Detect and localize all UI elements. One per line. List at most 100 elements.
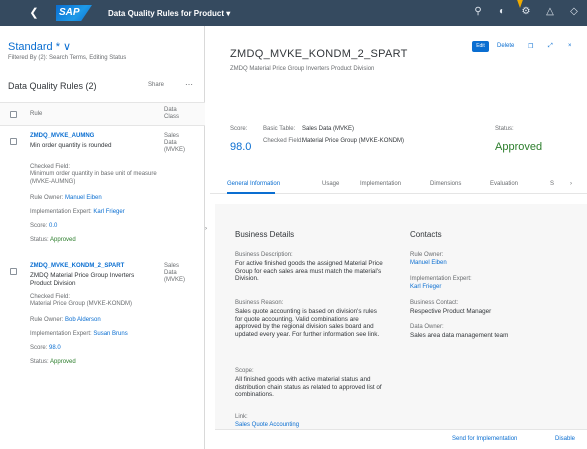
object-page: ZMDQ_MVKE_KONDM_2_SPART ZMDQ Material Pr…: [205, 26, 587, 449]
active-tab-indicator: [227, 192, 275, 194]
column-data-class[interactable]: Data Class: [164, 107, 186, 121]
rule-owner-label: Rule Owner:: [410, 252, 444, 258]
checked-field-label: Checked Field:: [263, 138, 304, 144]
notifications-icon[interactable]: △: [543, 5, 557, 19]
variant-label: Standard *: [8, 41, 60, 53]
delete-button[interactable]: Delete: [497, 43, 514, 49]
score-label: Score:: [30, 223, 48, 229]
shell-actions: ⚲ ◐ ⚙ △ ◇: [471, 5, 581, 19]
row-checkbox[interactable]: [10, 138, 17, 145]
sales-quote-accounting-link[interactable]: Sales Quote Accounting: [235, 422, 299, 428]
tab-general-information[interactable]: General Information: [227, 181, 280, 187]
list-column-header: Rule Data Class: [0, 102, 205, 126]
status-label: Status:: [30, 359, 49, 365]
score-kpi-label: Score:: [230, 126, 248, 132]
status-kpi-value: Approved: [495, 141, 543, 153]
tab-implementation[interactable]: Implementation: [360, 181, 401, 187]
business-contact-value: Respective Product Manager: [410, 308, 492, 315]
basic-table-value: Sales Data (MVKE): [302, 126, 355, 132]
tab-usage[interactable]: Usage: [322, 181, 339, 187]
rule-owner-row: Rule Owner: Manuel Eiben: [30, 195, 165, 203]
impl-expert-row: Implementation Expert: Susan Bruns: [30, 331, 165, 339]
status-row: Status: Approved: [30, 237, 165, 245]
link-label: Link:: [235, 414, 248, 420]
send-for-implementation-button[interactable]: Send for Implementation: [452, 436, 517, 442]
app-title-text: Data Quality Rules for Product: [108, 8, 225, 18]
business-reason-label: Business Reason:: [235, 300, 284, 306]
rule-owner-row: Rule Owner: Bob Alderson: [30, 317, 165, 325]
score-label: Score:: [30, 345, 48, 351]
data-owner-label: Data Owner:: [410, 324, 444, 330]
basic-table-label: Basic Table:: [263, 126, 296, 132]
help-icon[interactable]: ◐: [495, 5, 509, 19]
list-title: Data Quality Rules (2): [8, 81, 97, 91]
business-description-label: Business Description:: [235, 252, 293, 258]
business-reason-value: Sales quote accounting is based on divis…: [235, 308, 380, 338]
variant-selector[interactable]: Standard * ∨: [8, 40, 71, 53]
rule-name[interactable]: ZMDQ_MVKE_KONDM_2_SPART: [30, 263, 124, 269]
score-value: 98.0: [49, 345, 61, 351]
data-owner-value: Sales area data management team: [410, 332, 509, 339]
share-button[interactable]: Share: [148, 82, 164, 88]
close-icon[interactable]: ×: [568, 43, 572, 49]
rule-description: Min order quantity is rounded: [30, 142, 112, 149]
sap-logo[interactable]: SAP: [56, 5, 92, 21]
rule-owner-link[interactable]: Manuel Eiben: [65, 195, 102, 201]
edit-button[interactable]: Edit: [472, 41, 489, 52]
checked-field-value: Material Price Group (MVKE-KONDM): [30, 301, 133, 307]
object-subtitle: ZMDQ Material Price Group Inverters Prod…: [230, 66, 375, 72]
shell-bar: ❮ SAP Data Quality Rules for Product ▾ ⚲…: [0, 0, 587, 26]
chevron-down-icon: ▾: [226, 8, 231, 18]
impl-expert-label: Implementation Expert:: [410, 276, 472, 282]
object-title: ZMDQ_MVKE_KONDM_2_SPART: [230, 48, 408, 60]
rule-owner-label: Rule Owner:: [30, 195, 64, 201]
impl-expert-link[interactable]: Karl Frieger: [93, 209, 124, 215]
column-rule[interactable]: Rule: [30, 111, 42, 117]
fullscreen-icon[interactable]: ⤢: [548, 43, 553, 50]
overflow-icon[interactable]: ⋯: [185, 80, 193, 89]
checked-field-value: Material Price Group (MVKE-KONDM): [302, 138, 405, 144]
score-value: 0.0: [49, 223, 58, 229]
checked-field-value: Minimum order quantity in base unit of m…: [30, 171, 157, 185]
status-kpi-label: Status:: [495, 126, 514, 132]
status-label: Status:: [30, 237, 49, 243]
impl-expert-link[interactable]: Karl Frieger: [410, 284, 441, 290]
scope-label: Scope:: [235, 368, 254, 374]
search-icon[interactable]: ⚲: [471, 5, 485, 19]
filter-summary[interactable]: Filtered By (2): Search Terms, Editing S…: [8, 55, 126, 61]
business-description-value: For active finished goods the assigned M…: [235, 260, 383, 283]
tab-more[interactable]: S: [550, 181, 554, 187]
back-arrow-icon[interactable]: ❮: [26, 5, 42, 21]
rule-name[interactable]: ZMDQ_MVKE_AUMNG: [30, 133, 94, 139]
settings-icon[interactable]: ⚙: [519, 5, 533, 19]
score-row: Score: 98.0: [30, 345, 165, 353]
rule-description: ZMDQ Material Price Group Inverters Prod…: [30, 272, 135, 287]
collapse-arrow-icon[interactable]: ›: [205, 226, 207, 232]
rule-owner-link[interactable]: Manuel Eiben: [410, 260, 447, 266]
business-details-title: Business Details: [235, 230, 295, 239]
rule-data-class: Sales Data (MVKE): [164, 263, 185, 283]
rule-owner-link[interactable]: Bob Alderson: [65, 317, 101, 323]
chevron-down-icon: ∨: [63, 41, 72, 53]
status-value: Approved: [50, 359, 76, 365]
impl-expert-label: Implementation Expert:: [30, 331, 92, 337]
score-row: Score: 0.0: [30, 223, 165, 231]
rule-owner-label: Rule Owner:: [30, 317, 64, 323]
impl-expert-link[interactable]: Susan Bruns: [93, 331, 127, 337]
chevron-right-icon[interactable]: ›: [570, 181, 572, 187]
row-checkbox[interactable]: [10, 268, 17, 275]
impl-expert-label: Implementation Expert:: [30, 209, 92, 215]
score-kpi-value: 98.0: [230, 141, 252, 153]
rules-list-panel: Standard * ∨ Filtered By (2): Search Ter…: [0, 26, 205, 449]
tab-evaluation[interactable]: Evaluation: [490, 181, 518, 187]
select-all-checkbox[interactable]: [10, 111, 17, 118]
copy-icon[interactable]: ❐: [528, 43, 533, 50]
scope-value: All finished goods with active material …: [235, 376, 382, 399]
disable-button[interactable]: Disable: [555, 436, 575, 442]
user-icon[interactable]: ◇: [567, 5, 581, 19]
tab-dimensions[interactable]: Dimensions: [430, 181, 461, 187]
business-contact-label: Business Contact:: [410, 300, 459, 306]
app-title[interactable]: Data Quality Rules for Product ▾: [108, 9, 230, 18]
contacts-title: Contacts: [410, 230, 442, 239]
general-information-section: Business Details Business Description: F…: [215, 204, 587, 429]
